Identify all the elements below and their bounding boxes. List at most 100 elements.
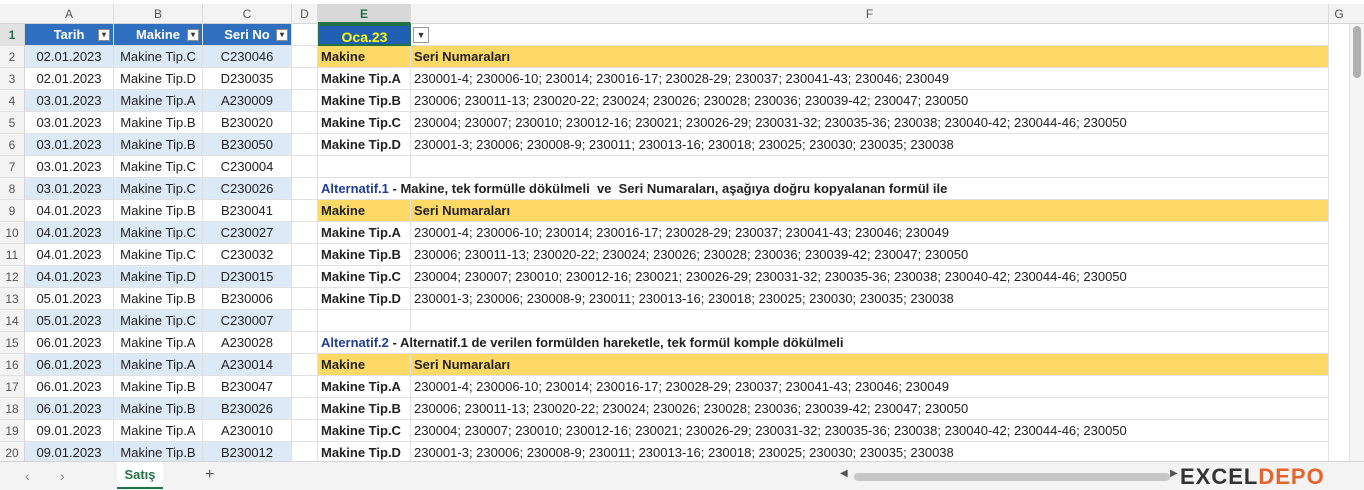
table-cell[interactable]: C230004 [203,156,292,178]
result-makine-cell[interactable]: Makine Tip.B [318,244,411,266]
table-cell[interactable]: C230032 [203,244,292,266]
empty-cell[interactable] [318,156,411,178]
table-cell[interactable]: 04.01.2023 [25,222,114,244]
table-cell[interactable]: 09.01.2023 [25,420,114,442]
empty-cell[interactable] [292,266,318,288]
prev-sheet-icon[interactable]: ‹ [25,468,30,484]
empty-cell[interactable] [292,68,318,90]
table-cell[interactable]: Makine Tip.A [114,354,203,376]
result-seri-cell[interactable]: 230004; 230007; 230010; 230012-16; 23002… [411,112,1329,134]
result-makine-cell[interactable]: Makine Tip.C [318,112,411,134]
table-cell[interactable]: 06.01.2023 [25,354,114,376]
result-seri-cell[interactable]: 230004; 230007; 230010; 230012-16; 23002… [411,266,1329,288]
table-cell[interactable]: A230014 [203,354,292,376]
result-makine-cell[interactable]: Makine Tip.B [318,398,411,420]
table-cell[interactable]: 03.01.2023 [25,112,114,134]
result-makine-cell[interactable]: Makine Tip.A [318,222,411,244]
empty-cell[interactable] [292,376,318,398]
result-seri-cell[interactable]: 230001-4; 230006-10; 230014; 230016-17; … [411,222,1329,244]
horizontal-scroll-thumb[interactable] [854,473,1170,481]
filter-icon[interactable]: ▾ [98,29,110,41]
table-cell[interactable]: 05.01.2023 [25,288,114,310]
empty-cell[interactable] [292,46,318,68]
table-cell[interactable]: 02.01.2023 [25,46,114,68]
table-cell[interactable]: 06.01.2023 [25,376,114,398]
empty-cell[interactable] [292,156,318,178]
table-cell[interactable]: B230041 [203,200,292,222]
result-seri-cell[interactable]: 230006; 230011-13; 230020-22; 230024; 23… [411,90,1329,112]
table-cell[interactable]: 04.01.2023 [25,200,114,222]
table-cell[interactable]: Makine Tip.C [114,310,203,332]
table-cell[interactable]: Makine Tip.D [114,266,203,288]
vertical-scroll-thumb[interactable] [1353,26,1361,78]
result-makine-cell[interactable]: Makine Tip.D [318,288,411,310]
table-cell[interactable]: Makine Tip.C [114,156,203,178]
next-sheet-icon[interactable]: › [60,468,65,484]
column-header-d[interactable]: D [292,4,318,24]
column-header-e[interactable]: E [318,4,411,24]
table-cell[interactable]: 04.01.2023 [25,244,114,266]
table-cell[interactable]: 02.01.2023 [25,68,114,90]
empty-cell[interactable] [292,178,318,200]
table-cell[interactable]: 06.01.2023 [25,332,114,354]
result-seri-cell[interactable]: 230004; 230007; 230010; 230012-16; 23002… [411,420,1329,442]
empty-cell[interactable] [292,134,318,156]
result-seri-cell[interactable]: 230001-4; 230006-10; 230014; 230016-17; … [411,68,1329,90]
table-cell[interactable]: 03.01.2023 [25,90,114,112]
column-header-f[interactable]: F [411,4,1329,24]
row-header[interactable]: 5 [0,112,25,134]
table-cell[interactable]: Makine Tip.C [114,244,203,266]
row-header[interactable]: 17 [0,376,25,398]
table-cell[interactable]: B230026 [203,398,292,420]
table-cell[interactable]: Makine Tip.B [114,112,203,134]
table-cell[interactable]: D230015 [203,266,292,288]
table-cell[interactable]: C230046 [203,46,292,68]
row-header[interactable]: 7 [0,156,25,178]
empty-cell[interactable] [292,200,318,222]
empty-cell[interactable] [411,156,1329,178]
empty-cell[interactable] [411,310,1329,332]
result-seri-cell[interactable]: 230001-3; 230006; 230008-9; 230011; 2300… [411,288,1329,310]
result-makine-cell[interactable]: Makine Tip.A [318,376,411,398]
empty-cell[interactable] [292,90,318,112]
row-header[interactable]: 19 [0,420,25,442]
table-header-cell[interactable]: Tarih ▾ [25,24,114,46]
filter-icon[interactable]: ▾ [276,29,288,41]
table-cell[interactable]: B230006 [203,288,292,310]
row-header[interactable]: 15 [0,332,25,354]
month-selector-cell[interactable]: Oca.23 [318,24,411,46]
row-header[interactable]: 9 [0,200,25,222]
table-cell[interactable]: Makine Tip.B [114,200,203,222]
table-cell[interactable]: Makine Tip.B [114,376,203,398]
scroll-left-icon[interactable]: ◀ [840,468,848,479]
result-makine-cell[interactable]: Makine Tip.C [318,420,411,442]
row-header[interactable]: 12 [0,266,25,288]
table-cell[interactable]: Makine Tip.C [114,178,203,200]
sheet-tab-satis[interactable]: Satış [117,462,163,489]
empty-cell[interactable] [292,420,318,442]
table-cell[interactable]: 03.01.2023 [25,178,114,200]
result-makine-cell[interactable]: Makine Tip.D [318,134,411,156]
add-sheet-icon[interactable]: + [205,466,214,484]
column-header-b[interactable]: B [114,4,203,24]
result-seri-cell[interactable]: 230001-3; 230006; 230008-9; 230011; 2300… [411,134,1329,156]
result-makine-cell[interactable]: Makine Tip.B [318,90,411,112]
result-seri-cell[interactable]: 230001-4; 230006-10; 230014; 230016-17; … [411,376,1329,398]
table-cell[interactable]: C230007 [203,310,292,332]
empty-cell[interactable] [292,222,318,244]
table-cell[interactable]: Makine Tip.C [114,46,203,68]
column-header-c[interactable]: C [203,4,292,24]
vertical-scrollbar[interactable] [1349,24,1364,461]
row-header[interactable]: 13 [0,288,25,310]
row-header[interactable]: 4 [0,90,25,112]
table-cell[interactable]: D230035 [203,68,292,90]
table-cell[interactable]: C230026 [203,178,292,200]
row-header[interactable]: 8 [0,178,25,200]
table-header-cell[interactable]: Makine ▾ [114,24,203,46]
empty-cell[interactable] [292,332,318,354]
table-cell[interactable]: 03.01.2023 [25,156,114,178]
row-header[interactable]: 14 [0,310,25,332]
result-seri-cell[interactable]: 230006; 230011-13; 230020-22; 230024; 23… [411,244,1329,266]
row-header[interactable]: 16 [0,354,25,376]
table-cell[interactable]: Makine Tip.B [114,398,203,420]
